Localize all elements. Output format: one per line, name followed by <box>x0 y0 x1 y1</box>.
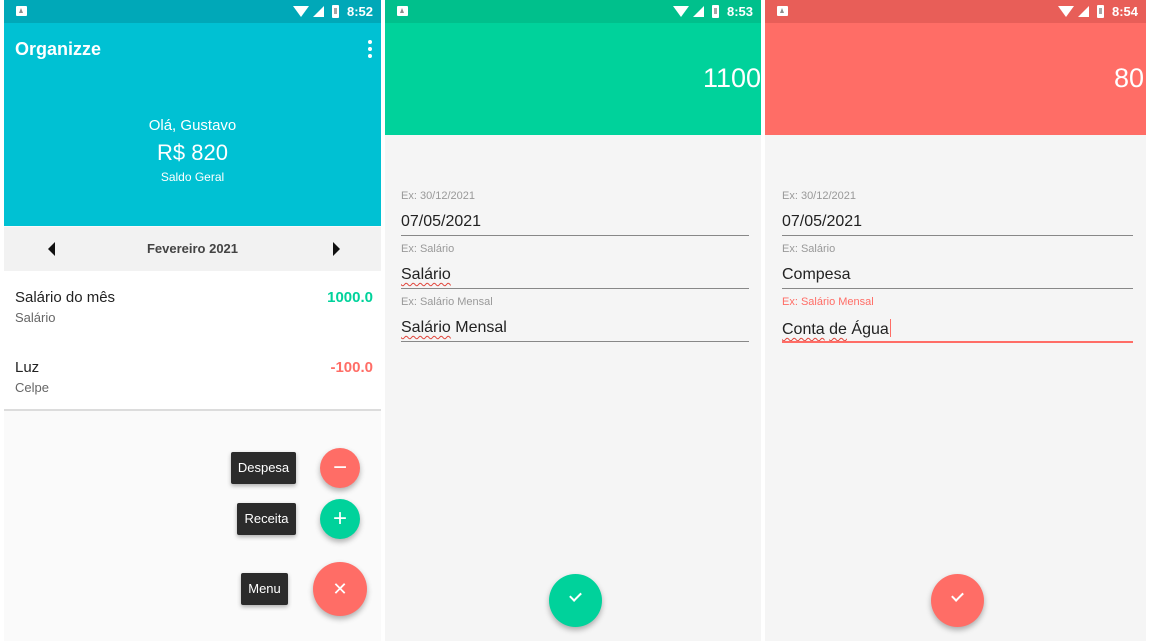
battery-icon <box>711 5 719 18</box>
status-time: 8:54 <box>1111 4 1138 19</box>
date-value: 07/05/2021 <box>782 213 863 230</box>
description-hint: Ex: Salário Mensal <box>401 296 493 308</box>
value-header: 80 <box>765 23 1146 135</box>
income-form: Ex: 30/12/2021 07/05/2021 Ex: Salário Sa… <box>401 190 749 349</box>
date-hint: Ex: 30/12/2021 <box>401 190 476 202</box>
description-value: Salário Mensal <box>401 319 507 336</box>
month-selector: Fevereiro 2021 <box>4 227 381 271</box>
category-hint: Ex: Salário <box>401 243 455 255</box>
fab-income-label[interactable]: Receita <box>237 503 296 535</box>
field-underline-focused <box>782 341 1133 343</box>
balance-label: Saldo Geral <box>160 170 225 184</box>
transaction-title: Salário do mês <box>15 289 116 306</box>
check-icon <box>569 589 582 602</box>
transaction-amount: -100.0 <box>330 359 373 376</box>
category-value: Compesa <box>782 266 851 283</box>
category-value: Salário <box>401 266 451 283</box>
fab-menu-label[interactable]: Menu <box>241 573 288 605</box>
add-income-button[interactable]: + <box>320 499 360 539</box>
description-value: Conta de Água <box>782 319 891 338</box>
income-screen: 8:53 1100 Ex: 30/12/2021 07/05/2021 Ex: … <box>385 0 761 641</box>
field-underline <box>782 235 1133 236</box>
transaction-title: Luz <box>15 359 40 376</box>
next-month-icon[interactable] <box>333 242 340 256</box>
description-field[interactable]: Ex: Salário Mensal Salário Mensal <box>401 296 749 349</box>
signal-icon <box>692 6 704 17</box>
wifi-icon <box>672 6 689 17</box>
description-hint: Ex: Salário Mensal <box>782 296 874 308</box>
list-item[interactable]: Salário do mês Salário 1000.0 <box>4 271 381 341</box>
plus-icon: + <box>332 505 347 532</box>
expense-form: Ex: 30/12/2021 07/05/2021 Ex: Salário Co… <box>782 190 1133 349</box>
text-cursor <box>889 319 891 337</box>
expense-screen: 8:54 80 Ex: 30/12/2021 07/05/2021 Ex: Sa… <box>765 0 1146 641</box>
date-field[interactable]: Ex: 30/12/2021 07/05/2021 <box>782 190 1133 243</box>
check-icon <box>951 589 964 602</box>
description-field[interactable]: Ex: Salário Mensal Conta de Água <box>782 296 1133 349</box>
signal-icon <box>312 6 324 17</box>
list-item[interactable]: Luz Celpe -100.0 <box>4 341 381 411</box>
add-expense-button[interactable]: − <box>320 448 360 488</box>
month-label: Fevereiro 2021 <box>146 241 239 256</box>
date-value: 07/05/2021 <box>401 213 482 230</box>
wifi-icon <box>292 6 309 17</box>
app-title: Organizze <box>15 39 102 59</box>
status-time: 8:52 <box>346 4 373 19</box>
close-icon: ✕ <box>332 579 348 599</box>
status-bar: 8:53 <box>385 0 761 23</box>
expense-value-input[interactable]: 80 <box>1114 63 1144 94</box>
field-underline <box>401 235 749 236</box>
status-time: 8:53 <box>726 4 753 19</box>
income-value-input[interactable]: 1100 <box>703 63 761 94</box>
confirm-button[interactable] <box>931 574 984 627</box>
battery-icon <box>331 5 339 18</box>
status-bar: 8:52 <box>4 0 381 23</box>
home-screen: 8:52 Organizze Olá, Gustavo R$ 820 Saldo… <box>4 0 381 641</box>
notification-icon <box>397 6 408 16</box>
category-hint: Ex: Salário <box>782 243 836 255</box>
transaction-category: Celpe <box>15 380 49 395</box>
value-header: 1100 <box>385 23 761 135</box>
confirm-button[interactable] <box>549 574 602 627</box>
fab-menu-button[interactable]: ✕ <box>313 562 367 616</box>
field-underline <box>401 288 749 289</box>
transaction-list: Salário do mês Salário 1000.0 Luz Celpe … <box>4 271 381 411</box>
field-underline <box>782 288 1133 289</box>
notification-icon <box>16 6 27 16</box>
category-field[interactable]: Ex: Salário Salário <box>401 243 749 296</box>
date-hint: Ex: 30/12/2021 <box>782 190 857 202</box>
transaction-category: Salário <box>15 310 56 325</box>
status-bar: 8:54 <box>765 0 1146 23</box>
balance-header: Organizze Olá, Gustavo R$ 820 Saldo Gera… <box>4 23 381 226</box>
battery-icon <box>1096 5 1104 18</box>
balance-value: R$ 820 <box>157 140 228 165</box>
overflow-menu-icon[interactable] <box>367 40 373 58</box>
minus-icon: − <box>332 454 347 481</box>
greeting-text: Olá, Gustavo <box>148 117 237 134</box>
category-field[interactable]: Ex: Salário Compesa <box>782 243 1133 296</box>
transaction-amount: 1000.0 <box>327 289 373 306</box>
field-underline <box>401 341 749 342</box>
wifi-icon <box>1057 6 1074 17</box>
signal-icon <box>1077 6 1089 17</box>
notification-icon <box>777 6 788 16</box>
fab-expense-label[interactable]: Despesa <box>231 452 296 484</box>
date-field[interactable]: Ex: 30/12/2021 07/05/2021 <box>401 190 749 243</box>
